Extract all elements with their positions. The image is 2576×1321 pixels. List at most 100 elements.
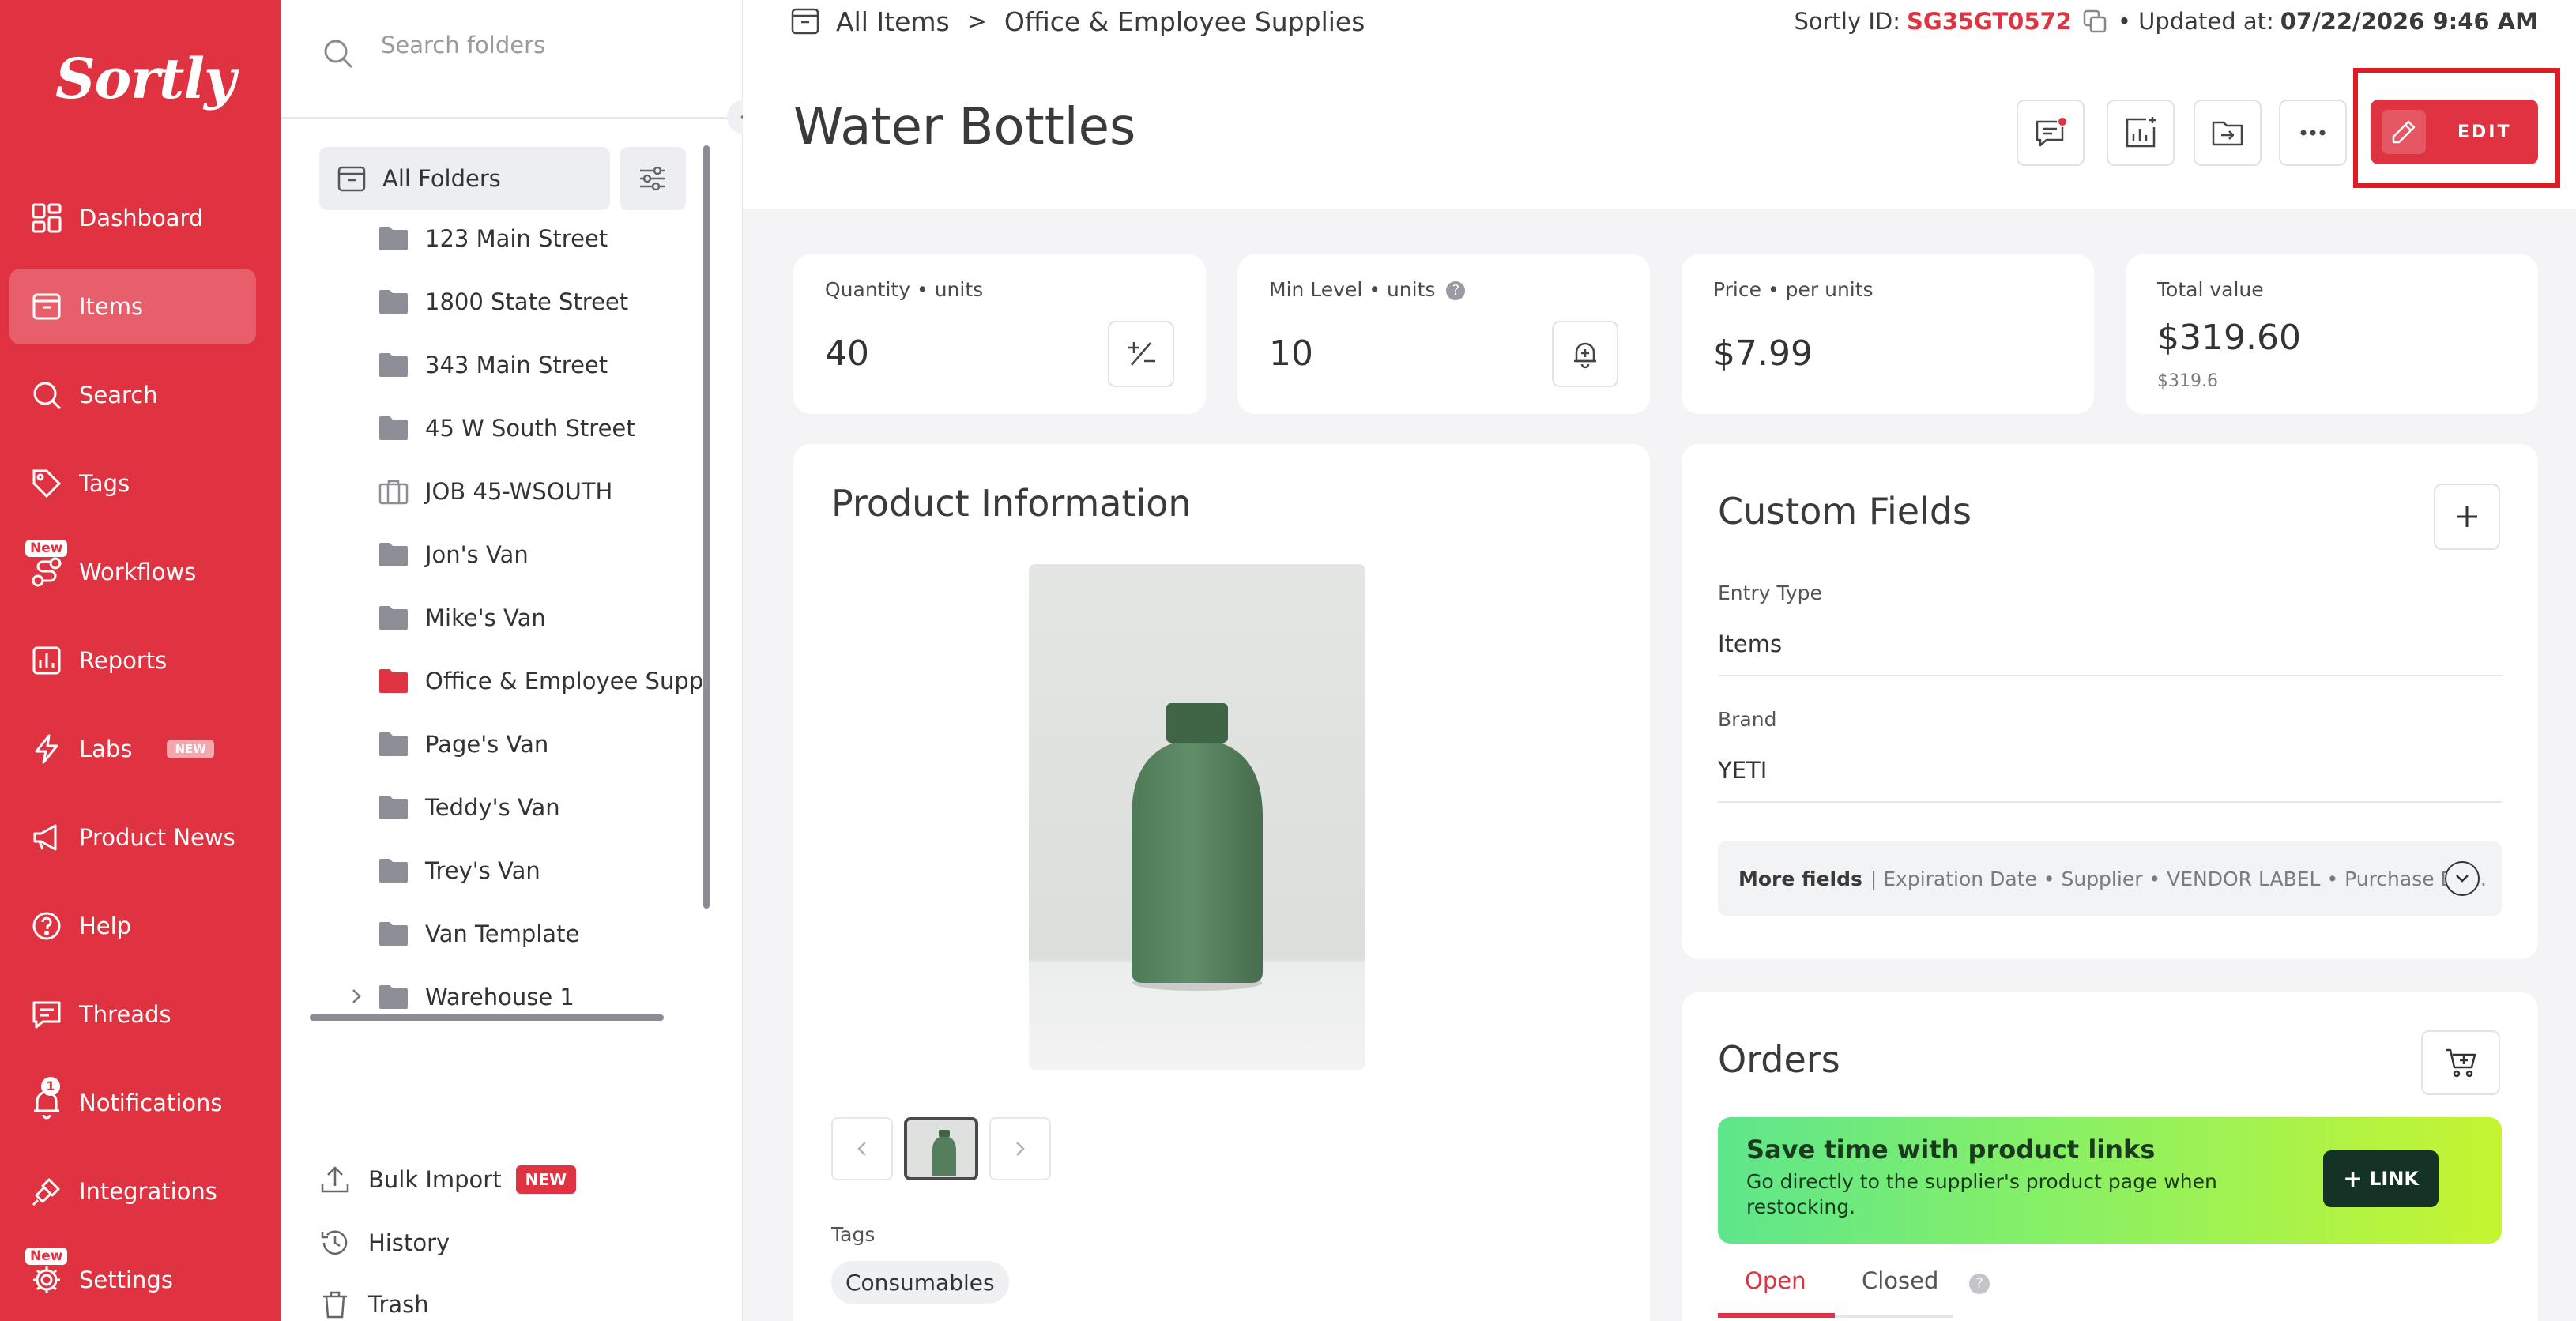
bulk-import-link[interactable]: Bulk Import NEW <box>319 1152 577 1207</box>
folder-item[interactable]: JOB 45-WSOUTH <box>319 460 705 523</box>
active-tab-indicator <box>1718 1313 1835 1318</box>
copy-icon[interactable] <box>2081 8 2108 35</box>
nav-item-threads[interactable]: Threads <box>9 977 256 1052</box>
page-title: Water Bottles <box>793 98 1136 156</box>
more-actions-button[interactable] <box>2279 100 2347 166</box>
chevron-right-icon <box>1016 1142 1025 1156</box>
more-fields-row[interactable]: More fields | Expiration Date • Supplier… <box>1718 841 2502 916</box>
folder-item-active[interactable]: Office & Employee Suppli <box>319 649 705 713</box>
expand-more-fields-button[interactable] <box>2445 861 2480 896</box>
field-divider <box>1718 675 2502 676</box>
add-to-cart-button[interactable] <box>2421 1030 2500 1095</box>
previous-image-button[interactable] <box>831 1117 893 1180</box>
folder-icon <box>379 922 408 946</box>
breadcrumb-root[interactable]: All Items <box>836 6 950 37</box>
folder-icon <box>379 606 408 630</box>
nav-item-help[interactable]: Help <box>9 888 256 964</box>
tag-chip[interactable]: Consumables <box>831 1261 1009 1304</box>
total-value-card: Total value $319.60 $319.6 <box>2126 254 2538 414</box>
nav-item-dashboard[interactable]: Dashboard <box>9 180 256 256</box>
breadcrumb-current[interactable]: Office & Employee Supplies <box>1004 6 1365 37</box>
folder-list-scrollbar[interactable] <box>703 145 710 909</box>
image-thumbnail[interactable] <box>904 1117 978 1180</box>
folder-item[interactable]: Page's Van <box>319 713 705 776</box>
product-image[interactable] <box>1029 564 1365 1070</box>
folder-icon <box>379 416 408 440</box>
tab-closed[interactable]: Closed <box>1862 1267 1938 1294</box>
quantity-value: 40 <box>825 333 869 374</box>
move-button[interactable] <box>2194 100 2262 166</box>
comments-button[interactable] <box>2017 100 2085 166</box>
nav-label: Notifications <box>79 1090 223 1116</box>
folder-filter-button[interactable] <box>620 147 686 210</box>
folder-item[interactable]: 343 Main Street <box>319 333 705 397</box>
nav-item-items[interactable]: Items <box>9 269 256 344</box>
product-links-promo: Save time with product links Go directly… <box>1718 1117 2502 1244</box>
history-icon <box>321 1230 348 1255</box>
bulk-import-label: Bulk Import <box>368 1166 502 1193</box>
folder-search <box>281 0 743 119</box>
next-image-button[interactable] <box>989 1117 1051 1180</box>
upload-icon <box>321 1166 349 1193</box>
folder-search-input[interactable] <box>381 32 697 58</box>
set-alert-button[interactable] <box>1552 321 1618 387</box>
product-info-title: Product Information <box>831 482 1192 525</box>
nav-item-integrations[interactable]: Integrations <box>9 1154 256 1229</box>
folder-label: 1800 State Street <box>425 288 629 315</box>
nav-label: Dashboard <box>79 205 204 231</box>
tab-track <box>1835 1315 1953 1318</box>
scrollbar-thumb[interactable] <box>703 145 710 909</box>
folder-item[interactable]: Van Template <box>319 902 705 965</box>
nav-item-product-news[interactable]: Product News <box>9 800 256 875</box>
insights-button[interactable] <box>2107 100 2175 166</box>
add-custom-field-button[interactable] <box>2434 484 2500 550</box>
help-icon[interactable]: ? <box>1446 281 1466 300</box>
quantity-card: Quantity • units 40 <box>793 254 1206 414</box>
plus-minus-icon <box>1128 342 1155 366</box>
tag-icon <box>30 467 63 500</box>
item-meta: Sortly ID: SG35GT0572 • Updated at: 07/2… <box>1794 0 2538 43</box>
folder-item[interactable]: Trey's Van <box>319 839 705 902</box>
nav-item-tags[interactable]: Tags <box>9 446 256 521</box>
nav-item-settings[interactable]: New Settings <box>9 1242 256 1318</box>
help-icon[interactable]: ? <box>1969 1274 1990 1294</box>
trash-link[interactable]: Trash <box>319 1277 429 1321</box>
folder-list-horizontal-scrollbar[interactable] <box>310 1014 664 1021</box>
folder-item[interactable]: 123 Main Street <box>319 207 705 270</box>
folder-item[interactable]: Jon's Van <box>319 523 705 586</box>
field-divider <box>1718 801 2502 803</box>
folder-item[interactable]: 1800 State Street <box>319 270 705 333</box>
folder-item[interactable]: Warehouse 1 <box>319 965 705 1016</box>
nav-item-workflows[interactable]: New Workflows <box>9 534 256 610</box>
new-badge: New <box>25 1248 68 1265</box>
nav-label: Search <box>79 382 158 408</box>
folder-item[interactable]: Mike's Van <box>319 586 705 649</box>
folder-label: Office & Employee Suppli <box>425 668 705 694</box>
nav-item-reports[interactable]: Reports <box>9 623 256 698</box>
sortly-logo[interactable]: Sortly <box>55 46 236 111</box>
folder-item[interactable]: Teddy's Van <box>319 776 705 839</box>
nav-item-labs[interactable]: Labs NEW <box>9 711 256 787</box>
more-icon <box>2300 130 2326 136</box>
nav-item-search[interactable]: Search <box>9 357 256 433</box>
nav-item-notifications[interactable]: 1 Notifications <box>9 1065 256 1141</box>
tab-open[interactable]: Open <box>1745 1267 1806 1294</box>
more-fields-list: | Expiration Date • Supplier • VENDOR LA… <box>1870 867 2487 890</box>
history-link[interactable]: History <box>319 1215 450 1270</box>
adjust-quantity-button[interactable] <box>1108 321 1174 387</box>
folder-icon <box>379 732 408 756</box>
field-label: Entry Type <box>1718 581 1822 604</box>
nav-label: Help <box>79 913 132 939</box>
folder-label: 123 Main Street <box>425 225 608 252</box>
folder-icon <box>379 859 408 883</box>
edit-button[interactable]: EDIT <box>2371 100 2538 164</box>
folder-list: 123 Main Street 1800 State Street 343 Ma… <box>319 207 705 1016</box>
new-badge: NEW <box>515 1165 577 1194</box>
nav-label: Threads <box>79 1001 171 1028</box>
all-folders-button[interactable]: All Folders <box>319 147 610 210</box>
workflows-icon: New <box>25 540 68 589</box>
link-button[interactable]: + LINK <box>2323 1150 2439 1207</box>
folder-item[interactable]: 45 W South Street <box>319 397 705 460</box>
min-level-card: Min Level • units ? 10 <box>1237 254 1650 414</box>
chevron-right-icon[interactable] <box>349 988 379 1005</box>
